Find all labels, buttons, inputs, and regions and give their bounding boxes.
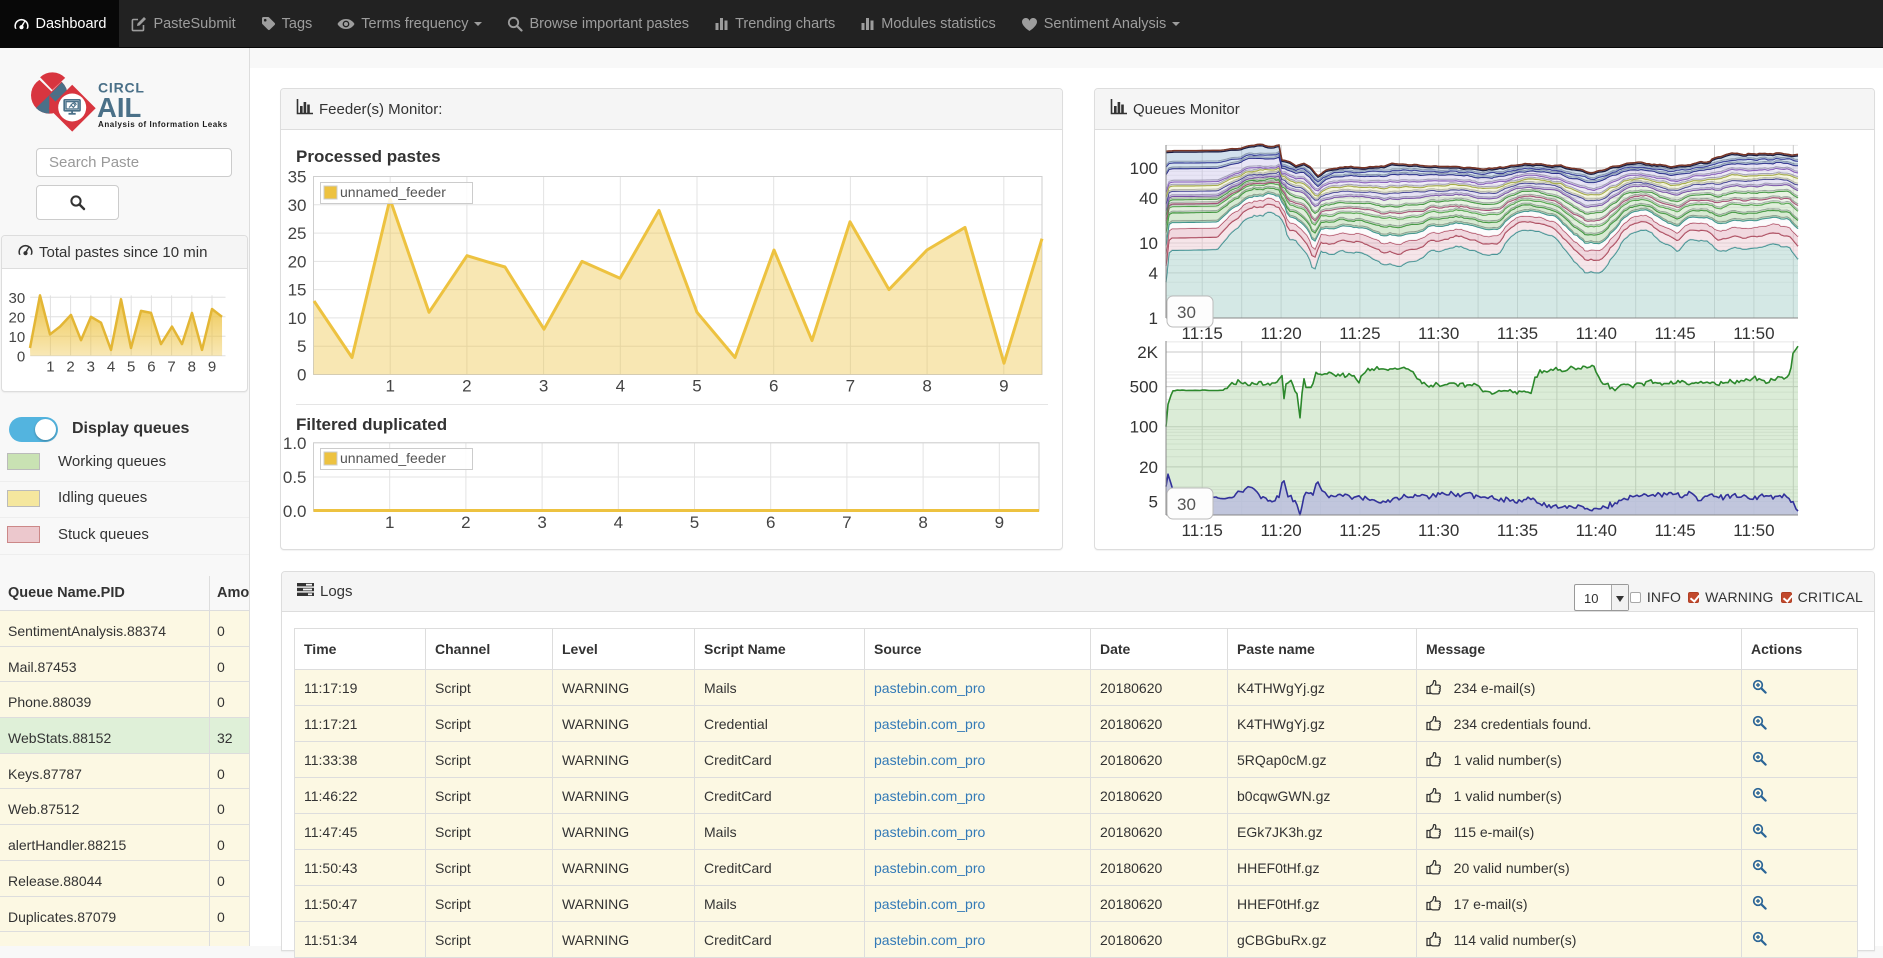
svg-text:3: 3: [87, 359, 95, 376]
svg-text:10: 10: [9, 329, 26, 346]
svg-text:8: 8: [188, 359, 196, 376]
svg-text:5: 5: [127, 359, 135, 376]
svg-text:7: 7: [167, 359, 175, 376]
svg-text:1: 1: [46, 359, 54, 376]
svg-text:30: 30: [9, 290, 26, 307]
svg-text:6: 6: [147, 359, 155, 376]
svg-text:2: 2: [66, 359, 74, 376]
svg-text:20: 20: [9, 309, 26, 326]
svg-text:0: 0: [17, 348, 25, 365]
svg-text:4: 4: [107, 359, 115, 376]
svg-text:9: 9: [208, 359, 216, 376]
